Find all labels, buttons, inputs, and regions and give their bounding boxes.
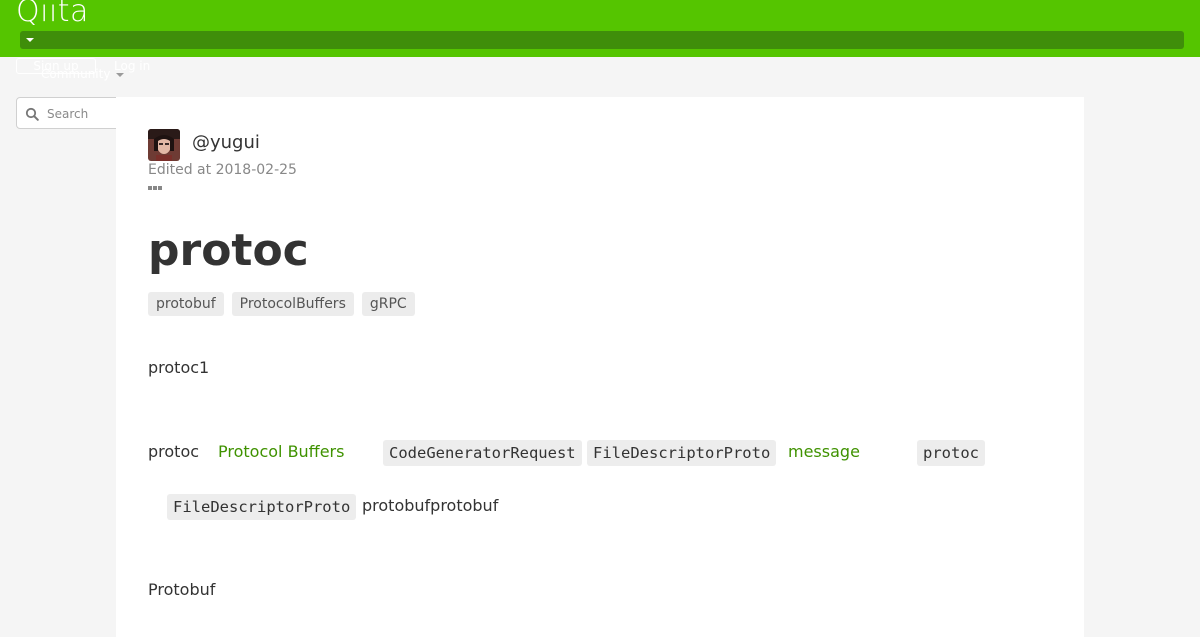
tag-protobuf[interactable]: protobuf <box>148 292 224 316</box>
caret-down-icon[interactable] <box>26 38 34 42</box>
chevron-down-icon <box>116 72 125 77</box>
search-icon <box>25 107 39 121</box>
message-link[interactable]: message <box>788 440 860 464</box>
avatar-image <box>148 129 180 161</box>
edited-date: Edited at 2018-02-25 <box>148 162 297 178</box>
qiita-logo[interactable]: Qiita <box>16 0 89 28</box>
protocol-buffers-link[interactable]: Protocol Buffers <box>218 440 344 464</box>
inline-code: protoc <box>917 440 985 466</box>
site-header: Qiita <box>0 0 1200 57</box>
community-menu[interactable]: Community <box>41 67 125 81</box>
author-avatar[interactable] <box>148 129 180 161</box>
inline-code: FileDescriptorProto <box>167 494 357 520</box>
paragraph-4: Protobuf <box>148 580 216 599</box>
tag-protocolbuffers[interactable]: ProtocolBuffers <box>231 292 354 316</box>
tag-list: protobuf ProtocolBuffers gRPC <box>148 292 415 316</box>
paragraph-text: protoc <box>148 442 200 461</box>
article-title: protoc <box>148 225 309 276</box>
article: @yugui Edited at 2018-02-25 protoc proto… <box>116 97 1084 637</box>
more-options-icon[interactable] <box>148 185 164 191</box>
paragraph-2: protoc Protocol Buffers CodeGeneratorReq… <box>148 440 1048 466</box>
header-menu-bar[interactable] <box>20 31 1184 49</box>
tag-grpc[interactable]: gRPC <box>361 292 415 316</box>
paragraph-1: protoc1 <box>148 358 210 377</box>
community-label: Community <box>41 67 111 81</box>
paragraph-text: protobufprotobuf <box>362 496 499 515</box>
inline-code: CodeGeneratorRequest <box>383 440 582 466</box>
paragraph-3: FileDescriptorProto protobufprotobuf <box>148 494 1048 520</box>
inline-code: FileDescriptorProto <box>587 440 777 466</box>
author-username[interactable]: @yugui <box>192 132 260 154</box>
